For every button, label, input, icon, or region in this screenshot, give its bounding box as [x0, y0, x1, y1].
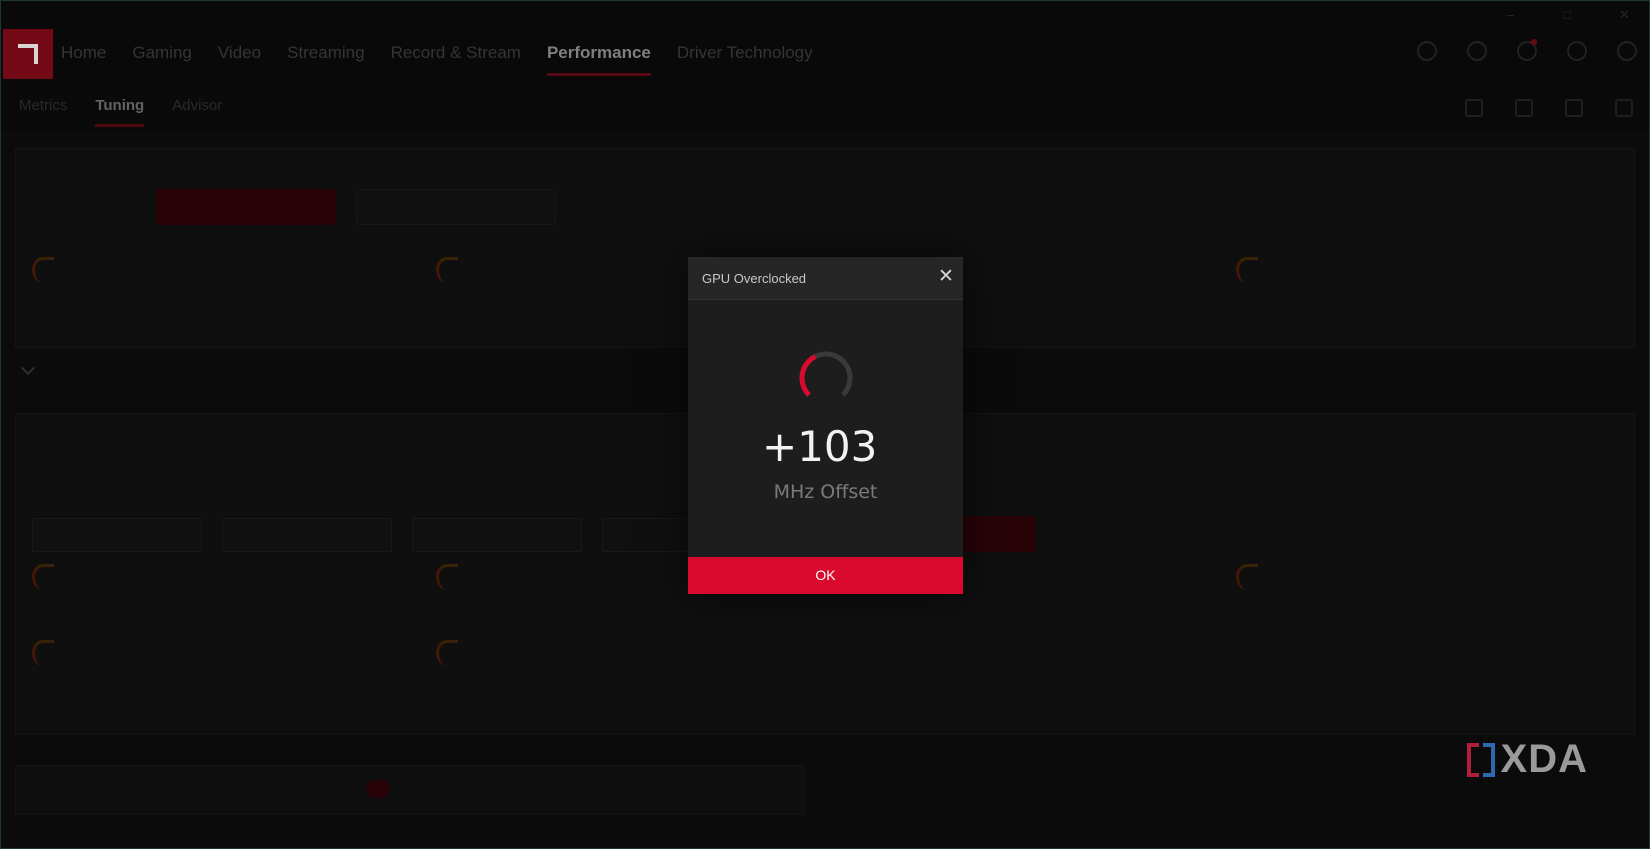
gauge-fill: [799, 354, 817, 397]
offset-unit-label: MHz Offset: [773, 481, 878, 503]
xda-wordmark: XDA: [1500, 737, 1588, 781]
dialog-title: GPU Overclocked: [702, 271, 807, 286]
gauge-icon: [799, 351, 853, 397]
xda-watermark: XDA: [1466, 737, 1588, 782]
xda-logo-icon: [1466, 741, 1495, 779]
close-icon[interactable]: ✕: [935, 266, 957, 288]
offset-value: +103: [762, 422, 878, 471]
dialog-header: GPU Overclocked ✕: [688, 257, 963, 300]
ok-button[interactable]: OK: [688, 557, 963, 594]
overclock-dialog: GPU Overclocked ✕ +103 MHz Offset OK: [688, 257, 963, 594]
